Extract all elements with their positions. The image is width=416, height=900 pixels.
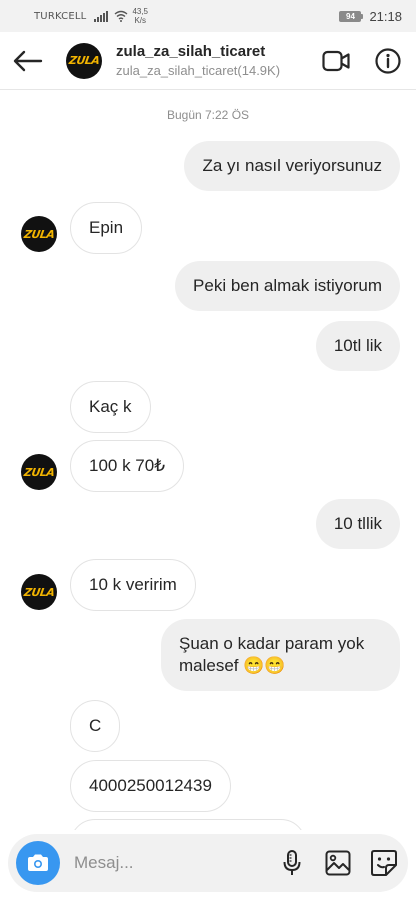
outgoing-message[interactable]: Za yı nasıl veriyorsunuz (184, 141, 400, 191)
wifi-icon (114, 10, 128, 22)
header-avatar[interactable]: ZULA (66, 42, 102, 79)
outgoing-message[interactable]: Peki ben almak istiyorum (175, 261, 400, 311)
outgoing-message[interactable]: 10tl lik (315, 321, 400, 371)
battery-icon: 94 (339, 10, 364, 22)
incoming-message[interactable]: 100 k 70₺ (70, 440, 185, 492)
network-speed-value: 43,5 (132, 7, 149, 16)
sticker-button[interactable] (370, 849, 398, 877)
message-timestamp: Bugün 7:22 ÖS (166, 108, 250, 122)
video-call-icon (322, 50, 350, 71)
network-speed-unit: K/s (134, 16, 146, 25)
video-call-button[interactable] (322, 47, 350, 75)
chat-header: ZULA zula_za_silah_ticaret zula_za_silah… (0, 32, 416, 90)
message-list[interactable]: Bugün 7:22 ÖS Za yı nasıl veriyorsunuz Z… (0, 90, 416, 830)
incoming-message[interactable]: Epin (70, 202, 143, 254)
avatar-logo: ZULA (67, 54, 101, 67)
outgoing-message[interactable]: Şuan o kadar param yok malesef 😁😁 (161, 619, 400, 691)
message-input[interactable]: Mesaj... (74, 853, 134, 873)
avatar-logo: ZULA (22, 227, 56, 241)
voice-message-button[interactable] (278, 849, 306, 877)
info-button[interactable] (374, 47, 402, 75)
signal-icon (94, 10, 109, 22)
message-composer: Mesaj... (8, 834, 408, 892)
outgoing-message[interactable]: 10 tllik (315, 499, 400, 549)
sender-avatar[interactable]: ZULA (21, 454, 57, 490)
incoming-message[interactable]: 10 k veririm (70, 559, 196, 611)
info-icon (375, 47, 401, 74)
status-bar: TURKCELL 43,5 K/s 94 21:18 (0, 0, 416, 32)
microphone-icon (283, 850, 301, 875)
contact-subtitle: zula_za_silah_ticaret(14.9K) (116, 63, 281, 78)
gallery-icon (325, 850, 351, 876)
header-titles[interactable]: zula_za_silah_ticaret zula_za_silah_tica… (116, 43, 280, 78)
avatar-logo: ZULA (22, 465, 56, 479)
sender-avatar[interactable]: ZULA (21, 574, 57, 610)
carrier-name: TURKCELL (34, 10, 87, 22)
camera-icon (28, 854, 48, 871)
contact-name: zula_za_silah_ticaret (116, 43, 266, 60)
camera-button[interactable] (16, 841, 60, 885)
incoming-message-partial[interactable] (70, 819, 306, 830)
sticker-icon (371, 850, 397, 876)
battery-level: 94 (339, 10, 362, 22)
incoming-message[interactable]: 4000250012439 (70, 760, 231, 812)
incoming-message[interactable]: Kaç k (70, 381, 151, 433)
back-button[interactable] (0, 32, 56, 90)
network-speed: 43,5 K/s (132, 7, 148, 25)
incoming-message[interactable]: C (70, 700, 121, 752)
gallery-button[interactable] (324, 849, 352, 877)
clock: 21:18 (369, 8, 402, 24)
arrow-left-icon (13, 50, 43, 71)
avatar-logo: ZULA (22, 585, 56, 599)
sender-avatar[interactable]: ZULA (21, 216, 57, 252)
